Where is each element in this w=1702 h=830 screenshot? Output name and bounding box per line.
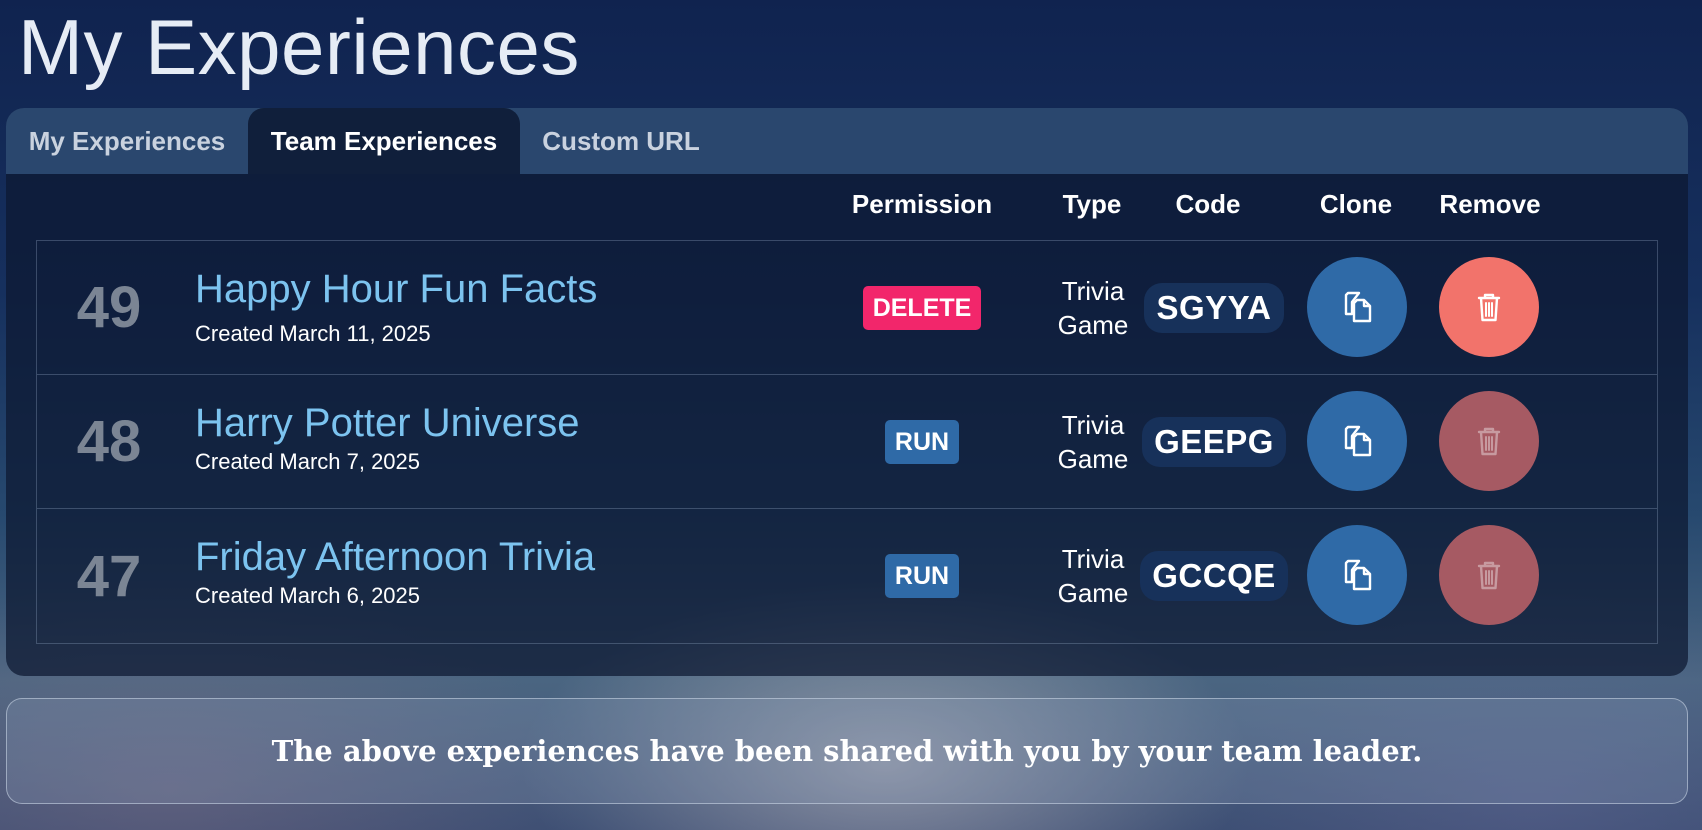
team-share-note: The above experiences have been shared w… — [6, 698, 1688, 804]
tab-custom-url[interactable]: Custom URL — [520, 108, 722, 174]
remove-button[interactable] — [1439, 525, 1539, 625]
type-line: Trivia — [1061, 409, 1125, 440]
type-line: Trivia — [1061, 275, 1125, 306]
experience-title-link[interactable]: Friday Afternoon Trivia — [195, 535, 595, 580]
permission-badge: DELETE — [842, 241, 1002, 374]
tab-my-experiences[interactable]: My Experiences — [6, 108, 248, 174]
copy-icon — [1344, 559, 1372, 591]
type-line: Game — [1057, 578, 1129, 608]
code-text: SGYYA — [1144, 282, 1284, 333]
experience-table: 49 Happy Hour Fun Facts Created March 11… — [36, 240, 1658, 644]
created-date: Created March 6, 2025 — [195, 583, 421, 608]
code-badge: GCCQE — [1140, 509, 1288, 643]
trash-icon — [1477, 293, 1501, 322]
experience-number: 47 — [76, 543, 142, 609]
remove-button[interactable] — [1439, 257, 1539, 357]
created-date: Created March 7, 2025 — [195, 449, 421, 474]
note-text: The above experiences have been shared w… — [271, 734, 1423, 768]
code-text: GEEPG — [1142, 416, 1286, 467]
clone-button[interactable] — [1307, 525, 1407, 625]
trash-icon — [1477, 427, 1501, 456]
experience-number: 48 — [76, 409, 142, 474]
code-badge: GEEPG — [1142, 375, 1286, 508]
header-type: Type — [1062, 188, 1122, 219]
experience-title-link[interactable]: Harry Potter Universe — [195, 401, 580, 446]
tab-bar: My Experiences Team Experiences Custom U… — [6, 108, 1688, 174]
type-line: Trivia — [1061, 544, 1125, 574]
copy-icon — [1344, 291, 1372, 323]
type-line: Game — [1057, 309, 1129, 340]
table-row: 49 Happy Hour Fun Facts Created March 11… — [37, 241, 1657, 375]
remove-button[interactable] — [1439, 391, 1539, 491]
header-permission: Permission — [851, 188, 993, 219]
experiences-panel: My Experiences Team Experiences Custom U… — [6, 108, 1688, 676]
page-title: My Experiences — [18, 3, 580, 91]
table-row: 48 Harry Potter Universe Created March 7… — [37, 375, 1657, 509]
copy-icon — [1344, 425, 1372, 457]
trash-icon — [1477, 561, 1501, 590]
permission-badge: RUN — [842, 375, 1002, 508]
code-badge: SGYYA — [1144, 241, 1284, 374]
team-experiences-content: Permission Type Code Clone Remove 49 Hap… — [6, 174, 1688, 676]
tab-team-experiences[interactable]: Team Experiences — [248, 108, 520, 174]
clone-button[interactable] — [1307, 257, 1407, 357]
type-cell: Trivia Game — [1028, 375, 1158, 508]
clone-button[interactable] — [1307, 391, 1407, 491]
permission-badge: RUN — [842, 509, 1002, 643]
header-code: Code — [1175, 188, 1241, 219]
type-cell: Trivia Game — [1028, 509, 1158, 643]
type-line: Game — [1057, 443, 1129, 474]
code-text: GCCQE — [1140, 551, 1288, 601]
created-date: Created March 11, 2025 — [195, 321, 431, 346]
header-remove: Remove — [1439, 188, 1541, 219]
type-cell: Trivia Game — [1028, 241, 1158, 374]
experience-title-link[interactable]: Happy Hour Fun Facts — [195, 267, 597, 312]
header-clone: Clone — [1319, 188, 1393, 219]
table-row: 47 Friday Afternoon Trivia Created March… — [37, 509, 1657, 643]
experience-number: 49 — [76, 275, 142, 340]
